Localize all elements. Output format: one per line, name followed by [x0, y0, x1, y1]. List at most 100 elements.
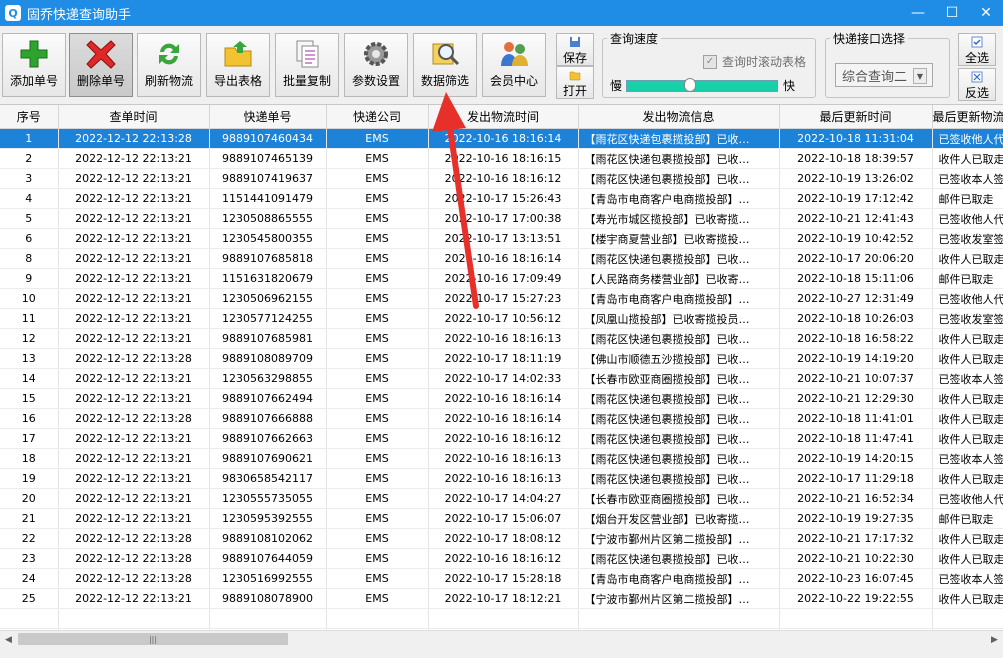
table-cell: 收件人已取走	[932, 408, 1003, 429]
table-row[interactable]: 1 2022-12-12 22:13:28 9889107460434 EMS 2022…	[0, 128, 1003, 149]
table-cell: 1230506962155	[209, 288, 327, 309]
table-cell: 2	[0, 148, 59, 169]
app-logo-icon: Q	[5, 5, 21, 21]
table-cell: 2022-10-17 14:02:33	[428, 368, 579, 389]
speed-slider-thumb[interactable]	[684, 78, 696, 92]
fast-label: 快	[783, 79, 796, 93]
table-row[interactable]: 16 2022-12-12 22:13:28 9889107666888 EMS 202…	[0, 408, 1003, 429]
table-cell: 9830658542117	[209, 468, 327, 489]
table-row[interactable]: 5 2022-12-12 22:13:21 1230508865555 EMS 2022…	[0, 208, 1003, 229]
invert-selection-label: 反选	[964, 86, 989, 100]
horizontal-scrollbar[interactable]: ◀ ||| ▶	[0, 630, 1003, 648]
scrollbar-thumb[interactable]: |||	[18, 633, 288, 645]
table-cell: 【雨花区快递包裹揽投部】已收…	[578, 408, 780, 429]
table-cell: 【青岛市电商客户电商揽投部】…	[578, 568, 780, 589]
table-row[interactable]: 25 2022-12-12 22:13:21 9889108078900 EMS 202…	[0, 588, 1003, 609]
table-row[interactable]: 13 2022-12-12 22:13:28 9889108089709 EMS 202…	[0, 348, 1003, 369]
table-cell: 13	[0, 348, 59, 369]
batch-copy-label: 批量复制	[282, 74, 331, 88]
table-cell: 2022-10-19 17:12:42	[779, 188, 933, 209]
table-cell: 1230563298855	[209, 368, 327, 389]
refresh-logistics-button[interactable]: 刷新物流	[137, 33, 201, 97]
table-cell: 2022-12-12 22:13:21	[58, 188, 210, 209]
table-cell: EMS	[326, 388, 429, 409]
table-row[interactable]: 4 2022-12-12 22:13:21 1151441091479 EMS 2022…	[0, 188, 1003, 209]
table-cell: 1230516992555	[209, 568, 327, 589]
add-number-label: 添加单号	[9, 74, 58, 88]
open-button[interactable]: 打开	[556, 66, 594, 99]
column-header[interactable]: 序号	[0, 105, 59, 129]
table-row[interactable]: 24 2022-12-12 22:13:28 1230516992555 EMS 202…	[0, 568, 1003, 589]
table-row[interactable]: 18 2022-12-12 22:13:21 9889107690621 EMS 202…	[0, 448, 1003, 469]
table-row[interactable]: 15 2022-12-12 22:13:21 9889107662494 EMS 202…	[0, 388, 1003, 409]
table-row[interactable]: 3 2022-12-12 22:13:21 9889107419637 EMS 2022…	[0, 168, 1003, 189]
member-center-button[interactable]: 会员中心	[482, 33, 546, 97]
table-row[interactable]: 2 2022-12-12 22:13:21 9889107465139 EMS 2022…	[0, 148, 1003, 169]
column-header[interactable]: 发出物流时间	[428, 105, 579, 129]
add-plus-icon	[16, 38, 52, 70]
empty-cell	[58, 608, 210, 629]
table-cell: 18	[0, 448, 59, 469]
table-row[interactable]: 22 2022-12-12 22:13:28 9889108102062 EMS 202…	[0, 528, 1003, 549]
copy-icon	[289, 38, 325, 70]
table-row[interactable]: 6 2022-12-12 22:13:21 1230545800355 EMS 2022…	[0, 228, 1003, 249]
table-cell: 25	[0, 588, 59, 609]
table-cell: 2022-10-17 20:06:20	[779, 248, 933, 269]
table-cell: 2022-10-18 18:39:57	[779, 148, 933, 169]
scroll-left-icon[interactable]: ◀	[0, 631, 17, 648]
invert-selection-button[interactable]: 反选	[958, 68, 996, 101]
table-cell: 【雨花区快递包裹揽投部】已收…	[578, 468, 780, 489]
table-row[interactable]: 10 2022-12-12 22:13:21 1230506962155 EMS 202…	[0, 288, 1003, 309]
table-cell: 收件人已取走	[932, 528, 1003, 549]
table-cell: 2022-10-16 18:16:14	[428, 248, 579, 269]
table-cell: 2022-10-18 15:11:06	[779, 268, 933, 289]
table-cell: 8	[0, 248, 59, 269]
table-cell: 2022-10-19 14:19:20	[779, 348, 933, 369]
delete-number-button[interactable]: 删除单号	[69, 33, 133, 97]
table-cell: 已签收本人签	[932, 168, 1003, 189]
member-center-label: 会员中心	[489, 74, 538, 88]
save-button[interactable]: 保存	[556, 33, 594, 66]
table-row[interactable]: 14 2022-12-12 22:13:21 1230563298855 EMS 202…	[0, 368, 1003, 389]
dropdown-arrow-icon[interactable]: ▼	[913, 68, 927, 84]
column-header[interactable]: 查单时间	[58, 105, 210, 129]
table-row[interactable]: 20 2022-12-12 22:13:21 1230555735055 EMS 202…	[0, 488, 1003, 509]
table-cell: 收件人已取走	[932, 548, 1003, 569]
parameter-settings-button[interactable]: 参数设置	[344, 33, 408, 97]
export-table-button[interactable]: 导出表格	[206, 33, 270, 97]
column-header[interactable]: 发出物流信息	[578, 105, 780, 129]
table-cell: 已签收本人签	[932, 568, 1003, 589]
column-header[interactable]: 最后更新时间	[779, 105, 933, 129]
table-row[interactable]: 21 2022-12-12 22:13:21 1230595392555 EMS 202…	[0, 508, 1003, 529]
table-row[interactable]: 23 2022-12-12 22:13:28 9889107644059 EMS 202…	[0, 548, 1003, 569]
select-all-button[interactable]: 全选	[958, 33, 996, 66]
api-select-dropdown[interactable]: 综合查询二 ▼	[835, 63, 933, 87]
table-cell: 2022-10-18 11:31:04	[779, 128, 933, 149]
table-cell: 2022-10-16 18:16:13	[428, 328, 579, 349]
table-row[interactable]: 19 2022-12-12 22:13:21 9830658542117 EMS 202…	[0, 468, 1003, 489]
table-cell: 【佛山市顺德五沙揽投部】已收…	[578, 348, 780, 369]
table-cell: 【雨花区快递包裹揽投部】已收…	[578, 128, 780, 149]
empty-cell	[578, 608, 780, 629]
column-header[interactable]: 快递单号	[209, 105, 327, 129]
maximize-button[interactable]: ☐	[935, 0, 969, 26]
table-row[interactable]: 11 2022-12-12 22:13:21 1230577124255 EMS 202…	[0, 308, 1003, 329]
minimize-button[interactable]: —	[901, 0, 935, 26]
table-cell: 收件人已取走	[932, 428, 1003, 449]
column-header[interactable]: 快递公司	[326, 105, 429, 129]
speed-slider-track[interactable]	[626, 80, 778, 92]
table-row[interactable]: 8 2022-12-12 22:13:21 9889107685818 EMS 2022…	[0, 248, 1003, 269]
table-row[interactable]: 12 2022-12-12 22:13:21 9889107685981 EMS 202…	[0, 328, 1003, 349]
table-row[interactable]: 9 2022-12-12 22:13:21 1151631820679 EMS 2022…	[0, 268, 1003, 289]
table-row[interactable]: 17 2022-12-12 22:13:21 9889107662663 EMS 202…	[0, 428, 1003, 449]
batch-copy-button[interactable]: 批量复制	[275, 33, 339, 97]
column-header[interactable]: 最后更新物流	[932, 105, 1003, 129]
scroll-table-checkbox[interactable]: ✓ 查询时滚动表格	[703, 53, 806, 70]
table-cell: 2022-10-18 11:41:01	[779, 408, 933, 429]
data-filter-button[interactable]: 数据筛选	[413, 33, 477, 97]
close-button[interactable]: ✕	[969, 0, 1003, 26]
table-cell: 9889107690621	[209, 448, 327, 469]
add-number-button[interactable]: 添加单号	[2, 33, 66, 97]
table-cell: 3	[0, 168, 59, 189]
scroll-right-icon[interactable]: ▶	[986, 631, 1003, 648]
